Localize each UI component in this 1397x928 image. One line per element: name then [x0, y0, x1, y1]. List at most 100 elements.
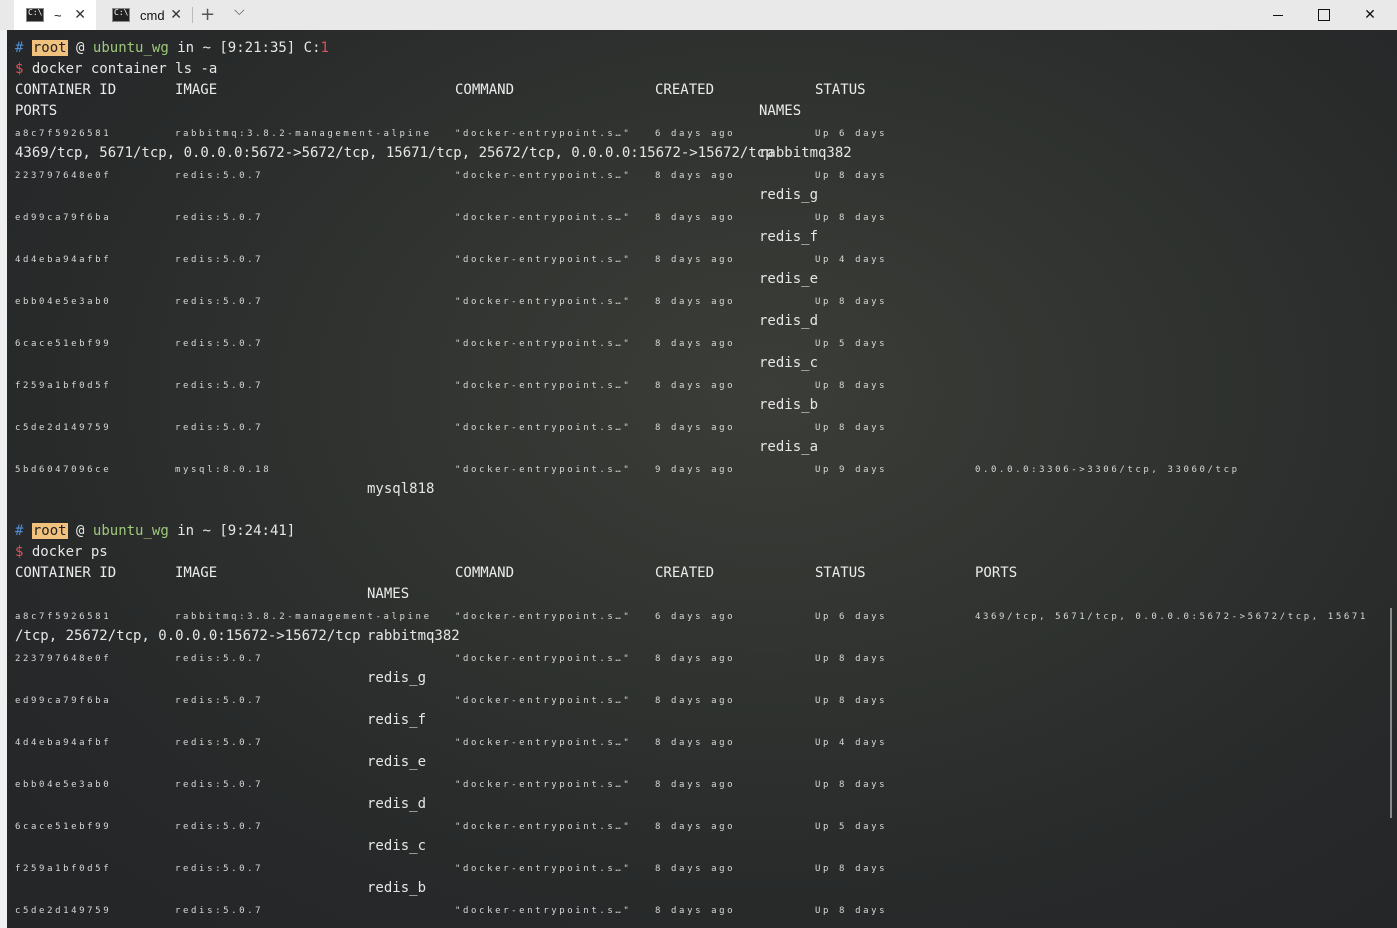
container-name: redis_f: [759, 229, 819, 245]
status-cell: Up 4 days: [815, 255, 888, 265]
prompt-time: [9:24:41]: [219, 523, 296, 539]
command-line: $ docker ps: [15, 543, 108, 561]
created-cell: 9 days ago: [655, 465, 736, 475]
image-name: redis:5.0.7: [175, 864, 264, 874]
close-tab-icon[interactable]: ✕: [170, 6, 182, 23]
exit-code-label: C:: [303, 40, 321, 56]
created-cell: 8 days ago: [655, 339, 736, 349]
container-name: rabbitmq382: [367, 628, 460, 644]
created-cell: 8 days ago: [655, 780, 736, 790]
container-name: redis_e: [759, 271, 819, 287]
prompt-in: in: [177, 40, 195, 56]
status-cell: Up 6 days: [815, 612, 888, 622]
status-cell: Up 9 days: [815, 465, 888, 475]
terminal-icon: [26, 8, 44, 22]
status-cell: Up 8 days: [815, 423, 888, 433]
status-cell: Up 8 days: [815, 171, 888, 181]
container-name: redis_b: [759, 397, 819, 413]
command-cell: "docker-entrypoint.s…": [455, 780, 632, 790]
created-cell: 8 days ago: [655, 423, 736, 433]
new-tab-button[interactable]: +: [200, 4, 215, 25]
header-container-id: CONTAINER ID: [15, 565, 117, 581]
container-name: redis_d: [759, 313, 819, 329]
ports-cell: 4369/tcp, 5671/tcp, 0.0.0.0:5672->5672/t…: [975, 612, 1368, 622]
ports-cell: 0.0.0.0:3306->3306/tcp, 33060/tcp: [975, 465, 1240, 475]
status-cell: Up 5 days: [815, 822, 888, 832]
command-cell: "docker-entrypoint.s…": [455, 822, 632, 832]
terminal-area[interactable]: # root @ ubuntu_wg in ~ [9:21:35] C:1 $ …: [0, 30, 1397, 928]
scrollbar[interactable]: [1390, 608, 1392, 818]
prompt-hash: #: [15, 523, 24, 539]
image-name: redis:5.0.7: [175, 738, 264, 748]
container-id: c5de2d149759: [15, 906, 112, 916]
prompt-time: [9:21:35]: [219, 40, 296, 56]
tab-label: cmd: [140, 7, 165, 23]
maximize-icon: [1318, 9, 1330, 21]
header-status: STATUS: [815, 565, 866, 581]
image-name: redis:5.0.7: [175, 780, 264, 790]
created-cell: 8 days ago: [655, 213, 736, 223]
status-cell: Up 8 days: [815, 654, 888, 664]
prompt-dollar: $: [15, 544, 24, 560]
image-name: redis:5.0.7: [175, 339, 264, 349]
close-window-button[interactable]: ✕: [1347, 0, 1393, 30]
maximize-button[interactable]: [1301, 0, 1347, 30]
terminal-icon: [112, 8, 130, 22]
container-id: a8c7f5926581: [15, 129, 112, 139]
command-cell: "docker-entrypoint.s…": [455, 654, 632, 664]
command-cell: "docker-entrypoint.s…": [455, 255, 632, 265]
container-id: f259a1bf0d5f: [15, 381, 112, 391]
container-name: redis_d: [367, 796, 427, 812]
close-tab-icon[interactable]: ✕: [74, 6, 86, 23]
image-name: redis:5.0.7: [175, 654, 264, 664]
created-cell: 8 days ago: [655, 297, 736, 307]
command-text: docker container ls -a: [31, 61, 218, 77]
prompt-line: # root @ ubuntu_wg in ~ [9:24:41]: [15, 522, 295, 540]
prompt-user: root: [31, 40, 68, 56]
chevron-down-icon[interactable]: ⌵: [234, 3, 245, 19]
tab-cmd[interactable]: cmd ✕: [100, 0, 192, 30]
image-name: redis:5.0.7: [175, 171, 264, 181]
container-id: a8c7f5926581: [15, 612, 112, 622]
image-name: redis:5.0.7: [175, 822, 264, 832]
image-name: redis:5.0.7: [175, 423, 264, 433]
status-cell: Up 8 days: [815, 864, 888, 874]
image-name: redis:5.0.7: [175, 696, 264, 706]
created-cell: 8 days ago: [655, 171, 736, 181]
minimize-button[interactable]: [1255, 0, 1301, 30]
tab-home[interactable]: ~ ✕: [14, 0, 96, 30]
title-bar: ~ ✕ cmd ✕ + ⌵ ✕: [0, 0, 1397, 30]
status-cell: Up 8 days: [815, 696, 888, 706]
header-image: IMAGE: [175, 565, 218, 581]
image-name: redis:5.0.7: [175, 297, 264, 307]
command-text: docker ps: [31, 544, 108, 560]
container-name: redis_e: [367, 754, 427, 770]
header-created: CREATED: [655, 82, 715, 98]
created-cell: 8 days ago: [655, 255, 736, 265]
header-image: IMAGE: [175, 82, 218, 98]
created-cell: 8 days ago: [655, 738, 736, 748]
command-cell: "docker-entrypoint.s…": [455, 339, 632, 349]
container-name: redis_f: [367, 712, 427, 728]
created-cell: 8 days ago: [655, 906, 736, 916]
header-names: NAMES: [367, 586, 410, 602]
container-name: redis_c: [759, 355, 819, 371]
container-id: ebb04e5e3ab0: [15, 780, 112, 790]
minimize-icon: [1273, 14, 1283, 16]
status-cell: Up 4 days: [815, 738, 888, 748]
header-created: CREATED: [655, 565, 715, 581]
image-name: redis:5.0.7: [175, 255, 264, 265]
container-id: 4d4eba94afbf: [15, 738, 112, 748]
container-id: 4d4eba94afbf: [15, 255, 112, 265]
prompt-line: # root @ ubuntu_wg in ~ [9:21:35] C:1: [15, 39, 329, 57]
prompt-hash: #: [15, 40, 24, 56]
created-cell: 6 days ago: [655, 612, 736, 622]
exit-code: 1: [320, 40, 329, 56]
prompt-user: root: [31, 523, 68, 539]
image-name: redis:5.0.7: [175, 906, 264, 916]
status-cell: Up 8 days: [815, 780, 888, 790]
container-id: c5de2d149759: [15, 423, 112, 433]
container-name: redis_g: [759, 187, 819, 203]
container-name: mysql818: [367, 481, 435, 497]
container-name: redis_a: [759, 439, 819, 455]
